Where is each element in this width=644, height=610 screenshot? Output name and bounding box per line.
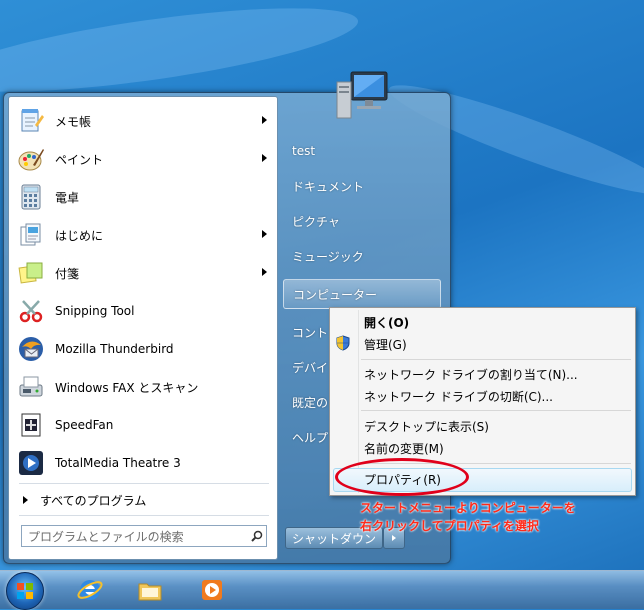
program-item-paint[interactable]: ペイント	[9, 140, 277, 178]
chevron-right-icon	[392, 535, 396, 541]
submenu-arrow-icon	[262, 268, 267, 276]
program-item-snipping-tool[interactable]: Snipping Tool	[9, 292, 277, 330]
submenu-arrow-icon	[262, 116, 267, 124]
menu-item-open[interactable]: 開く(O)	[364, 312, 409, 332]
program-item-fax-scan[interactable]: Windows FAX とスキャン	[9, 368, 277, 406]
program-item-speedfan[interactable]: SpeedFan	[9, 406, 277, 444]
search-placeholder: プログラムとファイルの検索	[28, 529, 184, 544]
all-programs-button[interactable]: すべてのプログラム	[9, 489, 277, 511]
program-label: Windows FAX とスキャン	[55, 380, 199, 395]
menu-item-manage[interactable]: 管理(G)	[364, 334, 407, 354]
start-orb-icon[interactable]	[6, 572, 44, 610]
right-item-pictures[interactable]: ピクチャ	[283, 206, 441, 236]
all-programs-label: すべてのプログラム	[40, 493, 147, 508]
totalmedia-icon	[15, 447, 47, 479]
menu-item-disconnect-network-drive[interactable]: ネットワーク ドライブの切断(C)...	[364, 386, 553, 406]
program-item-calculator[interactable]: 電卓	[9, 178, 277, 216]
program-item-thunderbird[interactable]: Mozilla Thunderbird	[9, 330, 277, 368]
media-player-icon[interactable]	[196, 574, 228, 606]
sticky-notes-icon	[15, 257, 47, 289]
right-item-music[interactable]: ミュージック	[283, 241, 441, 271]
program-item-sticky-notes[interactable]: 付箋	[9, 254, 277, 292]
menu-item-show-on-desktop[interactable]: デスクトップに表示(S)	[364, 416, 489, 436]
program-item-getting-started[interactable]: はじめに	[9, 216, 277, 254]
program-item-notepad[interactable]: メモ帳	[9, 102, 277, 140]
submenu-arrow-icon	[262, 154, 267, 162]
program-label: Mozilla Thunderbird	[55, 342, 174, 356]
uac-shield-icon	[336, 335, 350, 354]
program-label: 電卓	[55, 190, 80, 205]
program-item-totalmedia[interactable]: TotalMedia Theatre 3	[9, 444, 277, 482]
program-label: 付箋	[55, 266, 80, 281]
program-label: TotalMedia Theatre 3	[55, 456, 181, 470]
internet-explorer-icon[interactable]	[74, 574, 106, 606]
programs-pane: メモ帳 ペイント 電卓 はじめに 付箋 Snipping Tool Mozill…	[8, 96, 278, 560]
highlight-ellipse	[335, 458, 469, 496]
menu-item-rename[interactable]: 名前の変更(M)	[364, 438, 444, 458]
program-label: ペイント	[55, 152, 104, 167]
annotation-line: スタートメニューよりコンピューターを	[360, 501, 576, 515]
program-label: Snipping Tool	[55, 304, 135, 318]
calculator-icon	[15, 181, 47, 213]
separator	[19, 483, 269, 484]
snipping-tool-icon	[15, 295, 47, 327]
speedfan-icon	[15, 409, 47, 441]
menu-item-map-network-drive[interactable]: ネットワーク ドライブの割り当て(N)...	[364, 364, 578, 384]
notepad-icon	[15, 105, 47, 137]
menu-separator	[361, 359, 631, 360]
computer-icon	[336, 71, 388, 119]
right-item-documents[interactable]: ドキュメント	[283, 171, 441, 201]
fax-scan-icon	[15, 371, 47, 403]
search-icon[interactable]	[248, 530, 266, 542]
explorer-folder-icon[interactable]	[134, 574, 166, 606]
separator	[19, 515, 269, 516]
program-label: はじめに	[55, 228, 104, 243]
search-input[interactable]: プログラムとファイルの検索	[21, 525, 267, 547]
expand-arrow-icon	[23, 496, 28, 504]
thunderbird-icon	[15, 333, 47, 365]
paint-icon	[15, 143, 47, 175]
getting-started-icon	[15, 219, 47, 251]
submenu-arrow-icon	[262, 230, 267, 238]
annotation-text: スタートメニューよりコンピューターを 右クリックしてプロパティを選択	[360, 499, 640, 535]
right-item-computer[interactable]: コンピューター	[283, 279, 441, 309]
annotation-line: 右クリックしてプロパティを選択	[360, 519, 539, 533]
program-label: SpeedFan	[55, 418, 114, 432]
right-item-user[interactable]: test	[283, 136, 441, 166]
program-label: メモ帳	[55, 114, 92, 129]
menu-separator	[361, 410, 631, 411]
